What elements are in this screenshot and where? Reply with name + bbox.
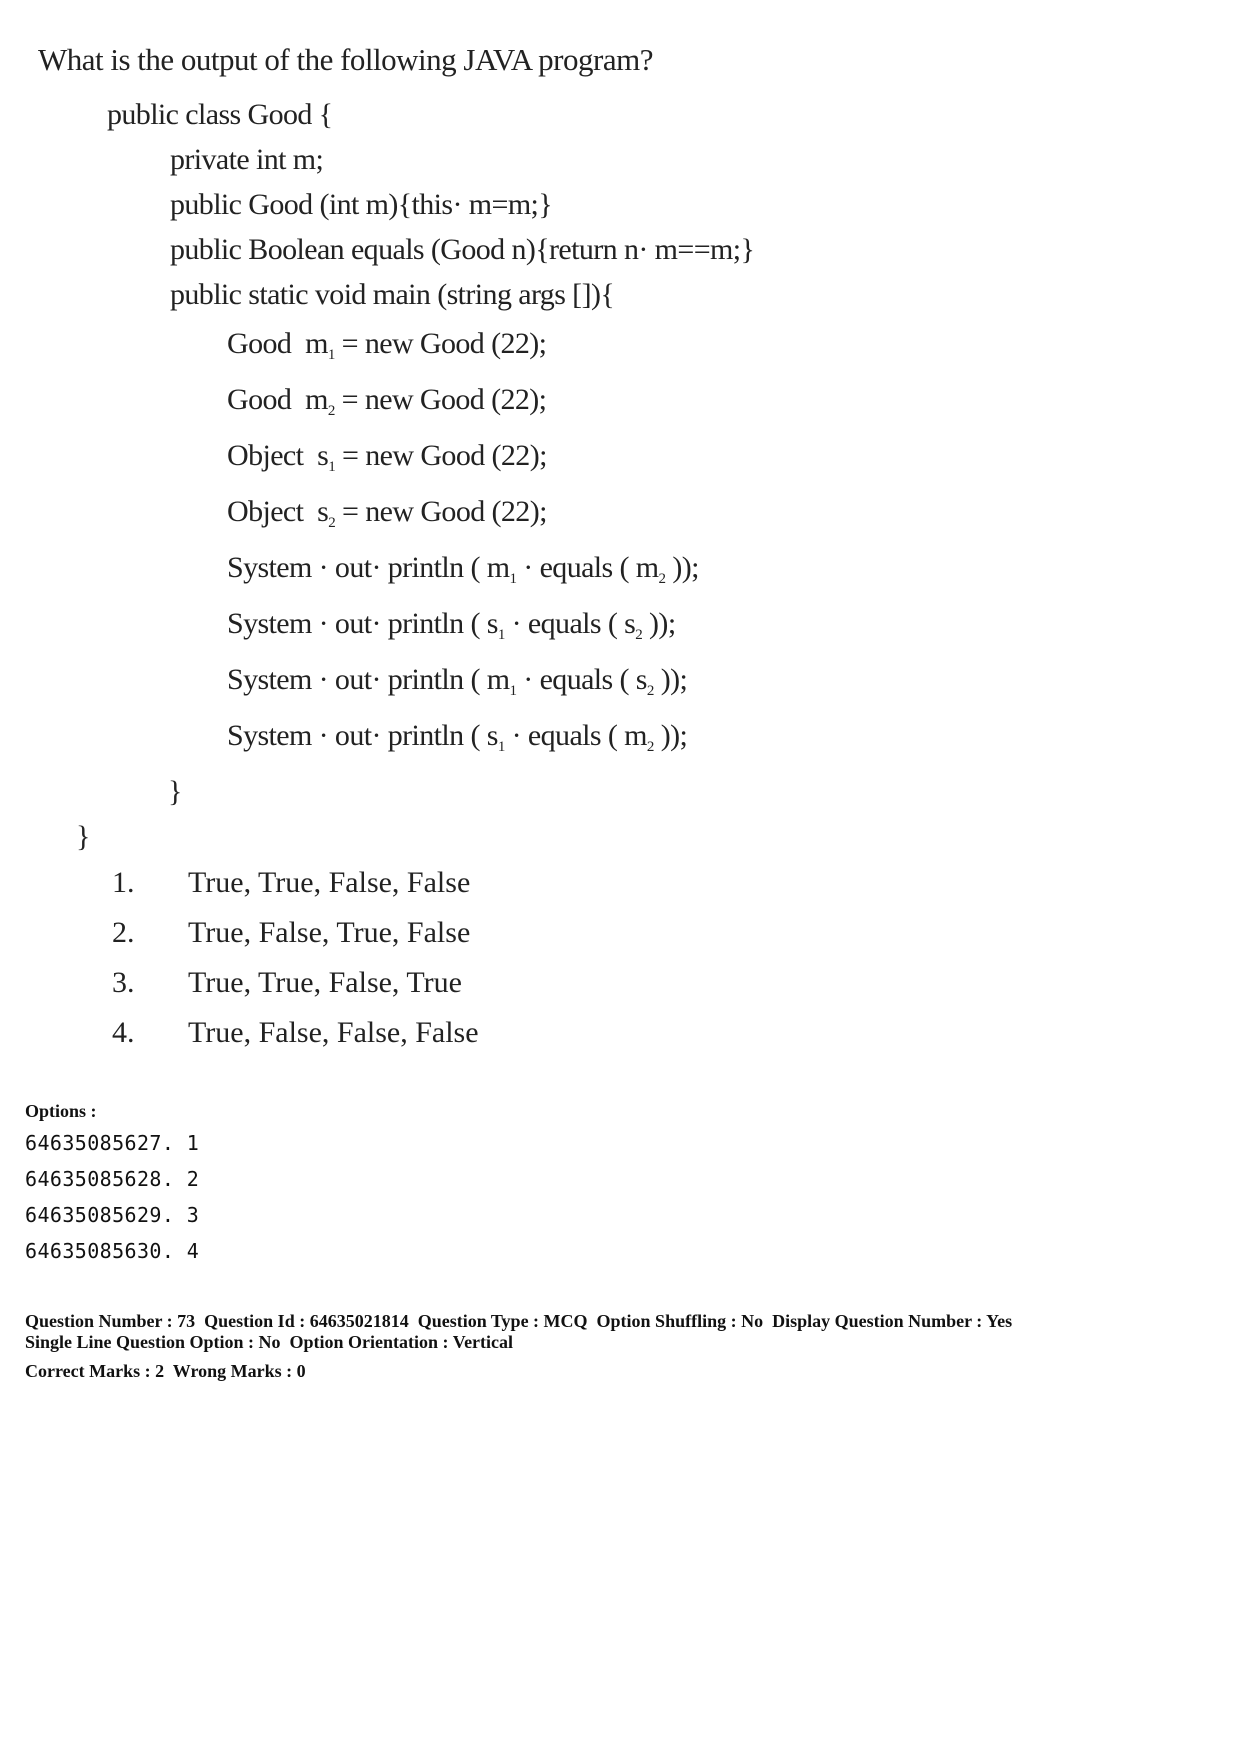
subscript: 1 — [497, 627, 505, 643]
subscript: 1 — [497, 739, 505, 755]
code-text: = new Good (22); — [334, 383, 547, 416]
code-text: Good m — [227, 383, 328, 416]
question-title: What is the output of the following JAVA… — [38, 42, 653, 77]
code-text: System · out· println ( m — [227, 551, 510, 584]
code-statement: Object s1 = new Good (22); — [227, 439, 547, 475]
subscript: 2 — [327, 403, 335, 419]
subscript: 2 — [646, 683, 654, 699]
code-text: System · out· println ( m — [227, 663, 510, 696]
option-id: 64635085630. 4 — [25, 1239, 200, 1263]
subscript: 1 — [327, 347, 335, 363]
subscript: 2 — [646, 739, 654, 755]
options-label: Options : — [25, 1101, 97, 1121]
code-statement: Good m1 = new Good (22); — [227, 327, 547, 363]
choice-text: True, False, False, False — [188, 1016, 479, 1049]
choice-number: 3. — [112, 966, 135, 999]
option-id: 64635085629. 3 — [25, 1203, 200, 1227]
choice-number: 2. — [112, 916, 135, 949]
question-meta-line: Single Line Question Option : No Option … — [25, 1332, 514, 1352]
answer-choice: 2. True, False, True, False — [112, 916, 470, 950]
answer-choice: 4. True, False, False, False — [112, 1016, 479, 1050]
code-print-statement: System · out· println ( s1 · equals ( s2… — [227, 607, 676, 643]
choice-text: True, True, False, False — [188, 866, 471, 899]
code-print-statement: System · out· println ( m1 · equals ( s2… — [227, 663, 688, 699]
code-text: · equals ( m — [516, 551, 659, 584]
choice-text: True, True, False, True — [188, 966, 462, 999]
choice-text: True, False, True, False — [188, 916, 471, 949]
code-statement: Good m2 = new Good (22); — [227, 383, 547, 419]
code-text: = new Good (22); — [334, 327, 547, 360]
code-constructor: public Good (int m){this· m=m;} — [170, 188, 553, 221]
marks-line: Correct Marks : 2 Wrong Marks : 0 — [25, 1361, 306, 1381]
option-id: 64635085628. 2 — [25, 1167, 200, 1191]
code-close-class-brace: } — [76, 820, 90, 853]
code-text: = new Good (22); — [335, 495, 547, 528]
code-text: )); — [653, 663, 688, 696]
code-field: private int m; — [170, 143, 324, 176]
choice-number: 1. — [112, 866, 135, 899]
code-text: )); — [653, 719, 688, 752]
code-close-main-brace: } — [168, 775, 182, 808]
code-text: )); — [665, 551, 699, 584]
code-print-statement: System · out· println ( m1 · equals ( m2… — [227, 551, 699, 587]
code-text: · equals ( s — [504, 607, 636, 640]
code-text: Object s — [227, 439, 329, 472]
code-text: Object s — [227, 495, 329, 528]
question-meta-line: Question Number : 73 Question Id : 64635… — [25, 1311, 1013, 1331]
code-text: )); — [642, 607, 676, 640]
code-text: System · out· println ( s — [227, 719, 498, 752]
code-text: = new Good (22); — [335, 439, 547, 472]
option-id: 64635085627. 1 — [25, 1131, 200, 1155]
code-class-declaration: public class Good { — [107, 98, 333, 131]
choice-number: 4. — [112, 1016, 135, 1049]
code-main-declaration: public static void main (string args [])… — [170, 278, 615, 311]
answer-choice: 1. True, True, False, False — [112, 866, 470, 900]
answer-choice: 3. True, True, False, True — [112, 966, 462, 1000]
code-equals-method: public Boolean equals (Good n){return n·… — [170, 233, 755, 266]
code-text: · equals ( m — [504, 719, 648, 752]
code-print-statement: System · out· println ( s1 · equals ( m2… — [227, 719, 688, 755]
code-text: System · out· println ( s — [227, 607, 498, 640]
code-statement: Object s2 = new Good (22); — [227, 495, 547, 531]
code-text: Good m — [227, 327, 328, 360]
code-text: · equals ( s — [516, 663, 647, 696]
